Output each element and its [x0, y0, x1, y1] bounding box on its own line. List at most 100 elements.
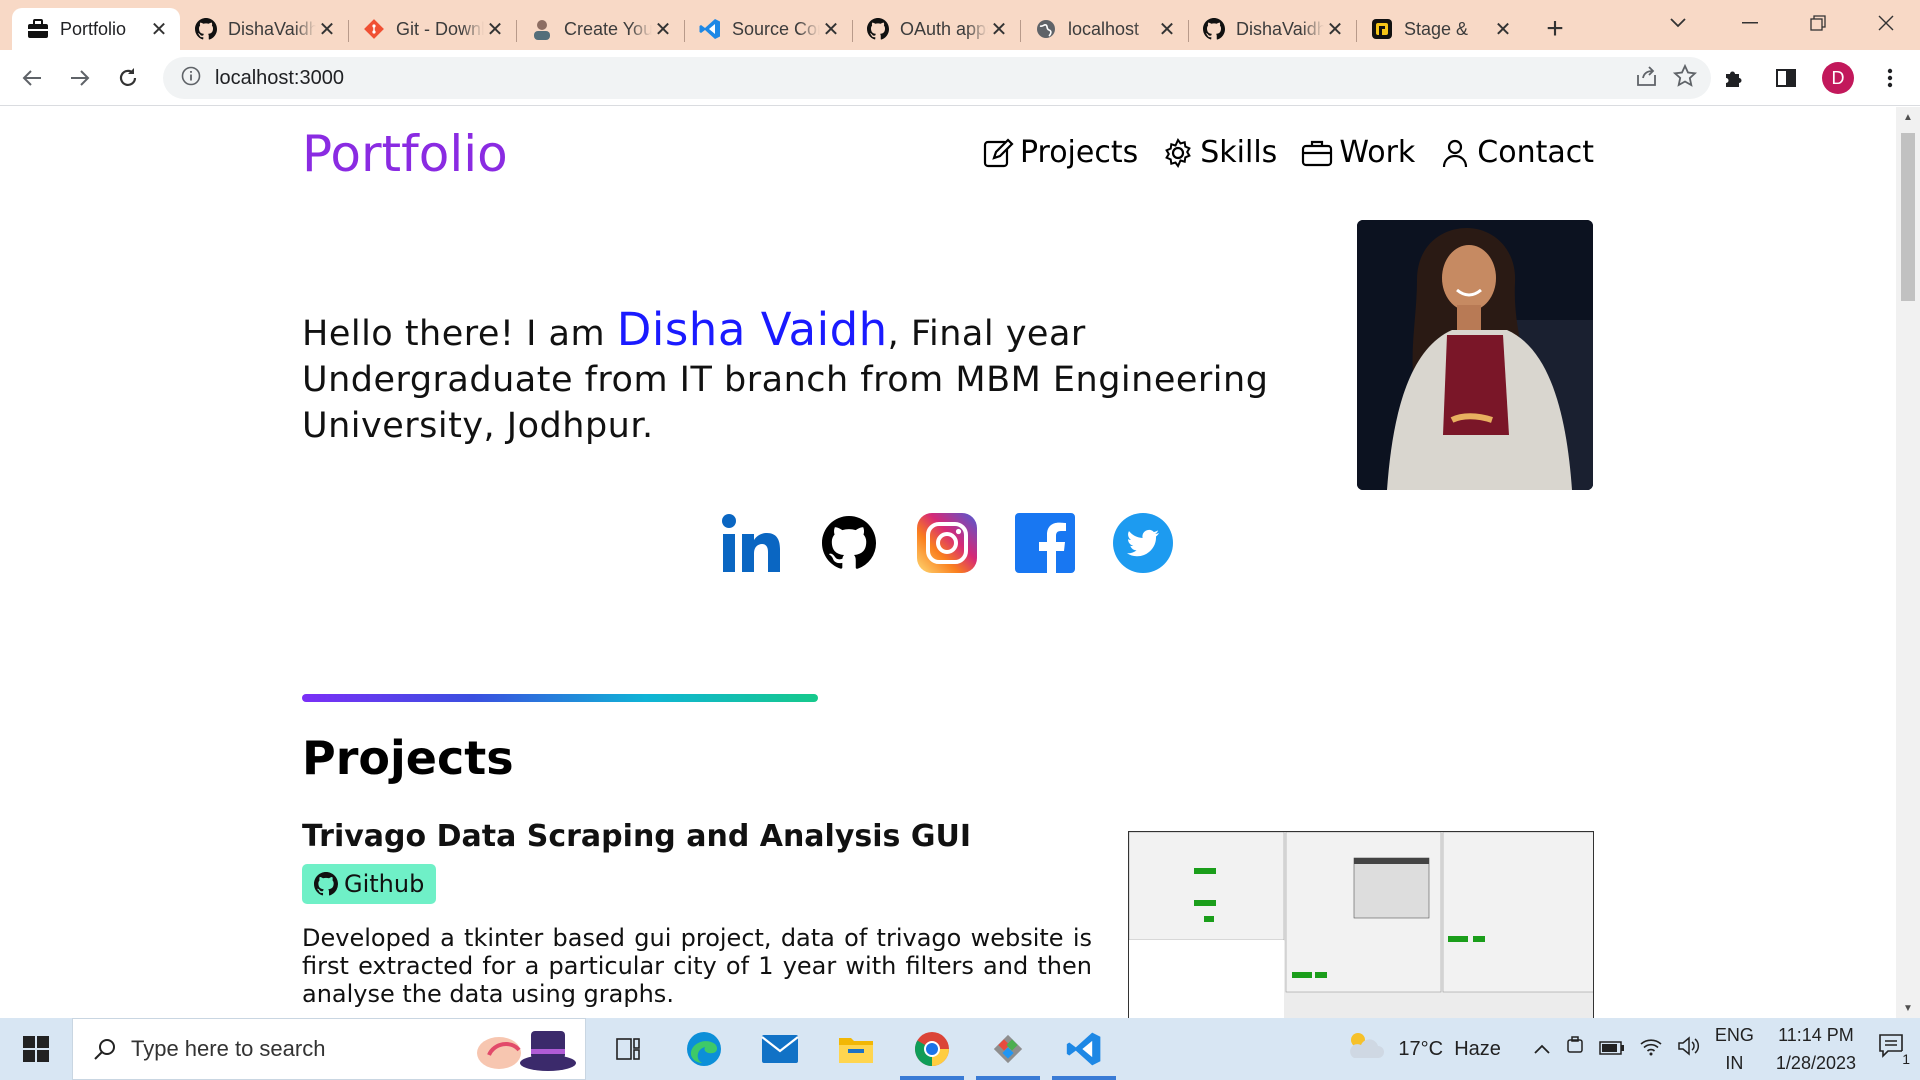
minimize-icon[interactable] [1716, 0, 1784, 46]
close-icon[interactable]: ✕ [652, 18, 674, 41]
globe-icon [1034, 17, 1058, 41]
section-title-projects: Projects [302, 731, 514, 785]
lang-bottom: IN [1725, 1053, 1744, 1073]
instagram-icon[interactable] [916, 512, 978, 574]
weather-icon[interactable] [1344, 1030, 1385, 1068]
briefcase-icon [1302, 140, 1333, 166]
profile-avatar[interactable]: D [1818, 54, 1858, 102]
lang-top: ENG [1714, 1025, 1754, 1045]
chrome-icon[interactable] [894, 1018, 970, 1080]
reload-icon[interactable] [104, 54, 152, 102]
nav-projects[interactable]: Projects [982, 135, 1138, 170]
git-icon [362, 17, 386, 41]
notifications-icon[interactable]: 1 [1878, 1033, 1910, 1067]
close-icon[interactable]: ✕ [1492, 18, 1514, 41]
nav-skills[interactable]: Skills [1162, 135, 1277, 170]
task-view-icon[interactable] [590, 1018, 666, 1080]
tab-git[interactable]: Git - Downloads ✕ [348, 8, 516, 50]
close-icon[interactable]: ✕ [988, 18, 1010, 41]
briefcase-icon [26, 17, 50, 41]
taskbar-search[interactable]: Type here to search [72, 1018, 586, 1080]
nav-work[interactable]: Work [1301, 135, 1415, 170]
search-highlight-icon [469, 1025, 579, 1080]
tab-oauth[interactable]: OAuth apps ✕ [852, 8, 1020, 50]
facebook-icon[interactable] [1014, 512, 1076, 574]
linkedin-icon[interactable] [720, 512, 782, 574]
tab-search-icon[interactable] [1660, 8, 1696, 38]
edge-icon[interactable] [666, 1018, 742, 1080]
clock[interactable]: 11:14 PM 1/28/2023 [1776, 1021, 1856, 1077]
site-brand[interactable]: Portfolio [302, 125, 508, 183]
taskbar-apps [590, 1018, 1122, 1080]
puzzle-icon[interactable] [1714, 54, 1754, 102]
share-icon[interactable] [1635, 65, 1659, 92]
vscode-icon[interactable] [1046, 1018, 1122, 1080]
scroll-thumb[interactable] [1901, 133, 1915, 301]
project-github-button[interactable]: Github [302, 864, 437, 904]
close-icon[interactable]: ✕ [1324, 18, 1346, 41]
scroll-up-icon[interactable]: ▲ [1896, 107, 1920, 127]
tab-localhost[interactable]: localhost ✕ [1020, 8, 1188, 50]
tab-create[interactable]: Create Your ✕ [516, 8, 684, 50]
extensions-area: D [1714, 54, 1910, 102]
tab-source-control[interactable]: Source Control ✕ [684, 8, 852, 50]
git-gui-icon[interactable] [970, 1018, 1046, 1080]
browser-toolbar: localhost:3000 D [0, 50, 1920, 106]
new-tab-button[interactable]: + [1532, 8, 1578, 50]
close-window-icon[interactable] [1852, 0, 1920, 46]
url-text[interactable]: localhost:3000 [215, 67, 344, 90]
close-icon[interactable]: ✕ [1156, 18, 1178, 41]
tab-title: localhost [1068, 18, 1140, 39]
search-placeholder: Type here to search [131, 1036, 326, 1061]
github-button-label: Github [344, 870, 425, 898]
menu-kebab-icon[interactable] [1870, 54, 1910, 102]
scroll-down-icon[interactable]: ▼ [1896, 998, 1920, 1018]
nav-contact[interactable]: Contact [1439, 135, 1594, 170]
meet-now-icon[interactable] [1565, 1036, 1585, 1062]
project-screenshot [1128, 831, 1594, 1018]
address-bar[interactable]: localhost:3000 [163, 57, 1711, 99]
volume-icon[interactable] [1677, 1036, 1701, 1062]
info-icon[interactable] [181, 66, 201, 91]
restore-icon[interactable] [1784, 0, 1852, 46]
file-explorer-icon[interactable] [818, 1018, 894, 1080]
github-icon [1202, 17, 1226, 41]
wifi-icon[interactable] [1639, 1036, 1663, 1062]
tab-title: Portfolio [60, 18, 127, 39]
window-controls [1716, 0, 1920, 46]
hero-intro: Hello there! I am Disha Vaidh, Final yea… [302, 307, 1362, 449]
close-icon[interactable]: ✕ [820, 18, 842, 41]
tab-title: OAuth apps [900, 18, 988, 39]
github-icon [866, 17, 890, 41]
hero-greeting: Hello there! I am [302, 314, 617, 354]
tab-title: Source Control [732, 18, 820, 39]
nav-label: Contact [1477, 135, 1594, 170]
mail-icon[interactable] [742, 1018, 818, 1080]
taskbar: Type here to search 17°C Haze ENG IN 11:… [0, 1018, 1920, 1080]
battery-icon[interactable] [1599, 1038, 1625, 1061]
tab-strip: Portfolio ✕ DishaVaidh ✕ Git - Downloads… [0, 0, 1920, 50]
tab-github-2[interactable]: DishaVaidh ✕ [1188, 8, 1356, 50]
windows-start-icon[interactable] [0, 1018, 72, 1080]
back-icon[interactable] [8, 54, 56, 102]
side-panel-icon[interactable] [1766, 54, 1806, 102]
github-icon [194, 17, 218, 41]
github-icon[interactable] [818, 512, 880, 574]
nav-label: Projects [1019, 135, 1139, 170]
notification-count: 1 [1902, 1051, 1910, 1067]
page-scrollbar[interactable]: ▲ ▼ [1896, 107, 1920, 1018]
close-icon[interactable]: ✕ [316, 18, 338, 41]
forward-icon[interactable] [56, 54, 104, 102]
bookmark-star-icon[interactable] [1672, 63, 1698, 93]
tab-github[interactable]: DishaVaidh ✕ [180, 8, 348, 50]
tab-portfolio[interactable]: Portfolio ✕ [12, 8, 180, 50]
nav-label: Work [1339, 135, 1416, 170]
tray-chevron-icon[interactable] [1533, 1038, 1551, 1061]
close-icon[interactable]: ✕ [484, 18, 506, 41]
weather-text[interactable]: 17°C Haze [1398, 1038, 1501, 1061]
tab-stage[interactable]: Stage & ✕ [1356, 8, 1524, 50]
avatar[interactable]: D [1822, 62, 1854, 94]
twitter-icon[interactable] [1112, 512, 1174, 574]
close-icon[interactable]: ✕ [148, 18, 170, 41]
language-indicator[interactable]: ENG IN [1715, 1021, 1754, 1077]
